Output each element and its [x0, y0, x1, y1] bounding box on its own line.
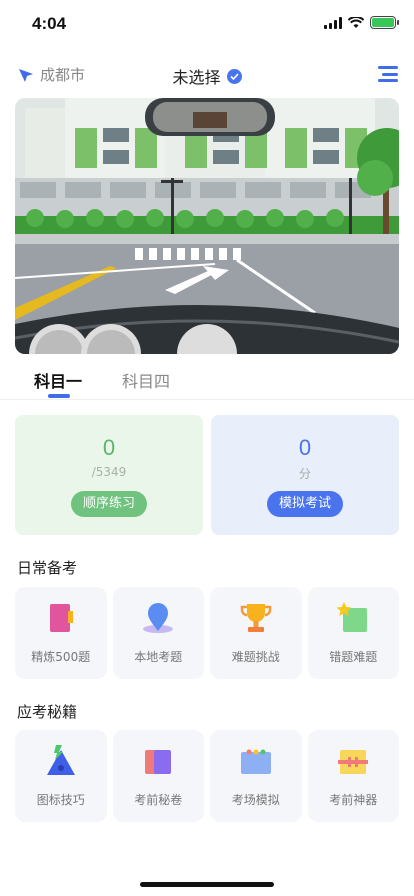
- grid-label: 精炼500题: [31, 650, 91, 664]
- check-badge-icon: [226, 68, 242, 84]
- screen-icon: [240, 749, 271, 774]
- mock-exam-button[interactable]: 模拟考试: [266, 491, 344, 517]
- grid-label: 难题挑战: [231, 650, 280, 664]
- license-selector[interactable]: 未选择: [0, 64, 414, 88]
- driving-scene-illustration: [15, 98, 399, 354]
- grid-label: 图标技巧: [36, 793, 85, 807]
- secrets-grid: 图标技巧 考前秘卷 考场模拟 考前神器: [15, 730, 399, 822]
- secrets-section-title: 应考秘籍: [17, 703, 78, 721]
- status-bar: 4:04: [0, 0, 414, 48]
- tab-subject-4[interactable]: 科目四: [122, 368, 170, 392]
- ticket-icon: [338, 750, 369, 774]
- grid-label: 考场模拟: [231, 793, 280, 807]
- daily-grid: 精炼500题 本地考题 难题挑战 错题难题: [15, 587, 399, 679]
- grid-item-sign-tips[interactable]: 图标技巧: [15, 730, 107, 822]
- practice-count: 0: [102, 435, 116, 460]
- exam-score-unit: 分: [298, 467, 311, 481]
- grid-item-local-questions[interactable]: 本地考题: [112, 587, 204, 679]
- grid-label: 错题难题: [329, 650, 378, 664]
- grid-item-exam-simulation[interactable]: 考场模拟: [210, 730, 302, 822]
- grid-item-refined-500[interactable]: 精炼500题: [15, 587, 107, 679]
- grid-item-hard-challenge[interactable]: 难题挑战: [210, 587, 302, 679]
- battery-icon: [370, 16, 399, 29]
- driving-scene-banner[interactable]: [15, 98, 399, 354]
- signal-icon: [324, 16, 342, 29]
- status-time: 4:04: [32, 14, 67, 33]
- grid-label: 考前秘卷: [134, 793, 183, 807]
- selector-label: 未选择: [172, 68, 221, 87]
- practice-card[interactable]: 0 /5349 顺序练习: [15, 415, 203, 535]
- trophy-icon: [240, 604, 271, 632]
- subject-tabs: 科目一 科目四: [0, 368, 414, 400]
- practice-total: /5349: [91, 465, 127, 479]
- location-pin-icon: [143, 603, 174, 633]
- exam-card[interactable]: 0 分 模拟考试: [211, 415, 399, 535]
- wifi-icon: [348, 16, 364, 28]
- menu-icon[interactable]: [378, 66, 398, 82]
- grid-label: 本地考题: [134, 650, 183, 664]
- grid-item-exam-tool[interactable]: 考前神器: [307, 730, 399, 822]
- home-indicator: [140, 882, 274, 887]
- exam-score: 0: [298, 435, 312, 460]
- status-icons: [324, 16, 399, 29]
- grid-label: 考前神器: [329, 793, 378, 807]
- star-note-icon: [336, 602, 368, 632]
- sequential-practice-button[interactable]: 顺序练习: [70, 491, 148, 517]
- grid-item-pre-exam-papers[interactable]: 考前秘卷: [112, 730, 204, 822]
- daily-section-title: 日常备考: [17, 559, 78, 577]
- practice-cards: 0 /5349 顺序练习 0 分 模拟考试: [15, 415, 399, 535]
- tab-indicator: [48, 394, 70, 398]
- cards-icon: [145, 750, 172, 774]
- header: 成都市 未选择: [0, 58, 414, 92]
- tab-subject-1[interactable]: 科目一: [34, 368, 82, 392]
- book-icon: [49, 604, 73, 632]
- grid-item-wrong-questions[interactable]: 错题难题: [307, 587, 399, 679]
- triangle-sign-icon: [46, 745, 75, 775]
